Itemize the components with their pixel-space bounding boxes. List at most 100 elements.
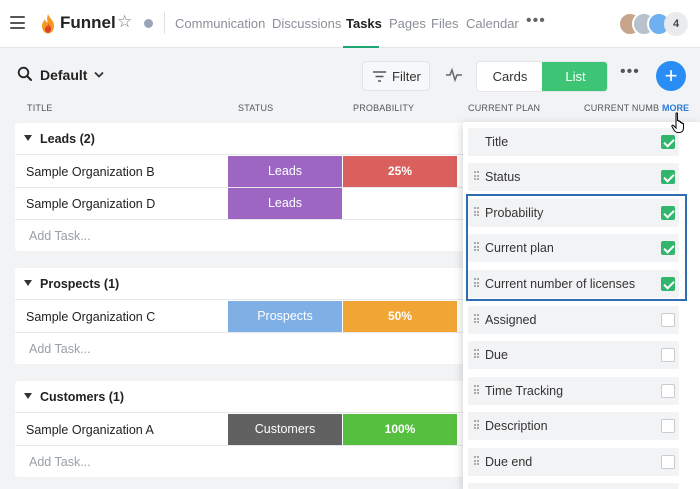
task-group-customers: Customers (1) Sample Organization A Cust… — [15, 381, 475, 477]
drag-handle-icon[interactable] — [474, 278, 479, 290]
group-header[interactable]: Customers (1) — [15, 381, 475, 413]
status-cell[interactable]: Customers — [228, 414, 342, 445]
table-row[interactable]: Sample Organization A Customers 100% — [15, 414, 475, 446]
status-cell[interactable]: Prospects — [228, 301, 342, 332]
task-title[interactable]: Sample Organization B — [26, 165, 155, 179]
column-option-label: Current number of licenses — [485, 277, 636, 291]
collapse-triangle-icon[interactable] — [24, 135, 32, 141]
drag-handle-icon[interactable] — [474, 420, 479, 432]
collapse-triangle-icon[interactable] — [24, 393, 32, 399]
add-task-button[interactable]: + — [656, 61, 686, 91]
active-tab-indicator — [343, 46, 379, 48]
column-option-due-end[interactable]: Due end — [468, 448, 679, 476]
drag-handle-icon[interactable] — [474, 242, 479, 254]
status-dot[interactable] — [144, 19, 153, 28]
add-task-link[interactable]: Add Task... — [29, 342, 91, 356]
flame-icon — [42, 14, 54, 34]
drag-handle-icon[interactable] — [474, 385, 479, 397]
column-option-due[interactable]: Due — [468, 341, 679, 369]
more-tabs-icon[interactable]: ••• — [526, 12, 546, 30]
column-checkbox[interactable] — [661, 241, 675, 255]
tab-files[interactable]: Files — [431, 16, 458, 31]
hamburger-menu-icon[interactable] — [10, 16, 25, 29]
view-selector[interactable]: Default — [40, 67, 87, 83]
probability-cell[interactable]: 25% — [343, 156, 457, 187]
collapse-triangle-icon[interactable] — [24, 280, 32, 286]
drag-handle-icon[interactable] — [474, 314, 479, 326]
column-checkbox[interactable] — [661, 277, 675, 291]
task-group-leads: Leads (2) Sample Organization B Leads 25… — [15, 123, 475, 251]
column-option-current-plan[interactable]: Current plan — [468, 234, 679, 262]
table-row[interactable]: Sample Organization D Leads — [15, 188, 475, 220]
column-option-partial[interactable] — [468, 483, 679, 489]
more-options-icon[interactable]: ••• — [620, 63, 640, 81]
column-checkbox[interactable] — [661, 455, 675, 469]
group-title: Customers (1) — [40, 390, 125, 404]
task-title[interactable]: Sample Organization D — [26, 197, 155, 211]
add-task-link[interactable]: Add Task... — [29, 229, 91, 243]
column-option-label: Title — [485, 135, 509, 149]
drag-handle-icon[interactable] — [474, 349, 479, 361]
star-icon[interactable]: ☆ — [117, 12, 132, 32]
members-count-badge[interactable]: 4 — [664, 12, 688, 36]
task-title[interactable]: Sample Organization A — [26, 423, 154, 437]
filter-label: Filter — [392, 69, 421, 84]
column-option-assigned[interactable]: Assigned — [468, 306, 679, 334]
column-checkbox[interactable] — [661, 170, 675, 184]
column-option-description[interactable]: Description — [468, 412, 679, 440]
drag-handle-icon[interactable] — [474, 171, 479, 183]
task-title[interactable]: Sample Organization C — [26, 310, 155, 324]
add-task-link[interactable]: Add Task... — [29, 455, 91, 469]
drag-handle-icon[interactable] — [474, 207, 479, 219]
divider — [164, 12, 165, 34]
task-group-prospects: Prospects (1) Sample Organization C Pros… — [15, 268, 475, 364]
column-option-label: Probability — [485, 206, 544, 220]
column-checkbox[interactable] — [661, 135, 675, 149]
activity-icon[interactable] — [446, 68, 462, 82]
search-icon[interactable] — [17, 66, 33, 82]
tab-discussions[interactable]: Discussions — [272, 16, 341, 31]
status-cell[interactable]: Leads — [228, 156, 342, 187]
column-option-probability[interactable]: Probability — [468, 199, 679, 227]
column-header-current-number[interactable]: CURRENT NUMBEF — [584, 103, 660, 113]
column-header-current-plan[interactable]: CURRENT PLAN — [468, 103, 540, 113]
cards-view-button[interactable]: Cards — [477, 62, 543, 91]
column-checkbox[interactable] — [661, 206, 675, 220]
table-row[interactable]: Sample Organization B Leads 25% — [15, 156, 475, 188]
column-option-label: Due — [485, 348, 508, 362]
column-checkbox[interactable] — [661, 419, 675, 433]
group-header[interactable]: Leads (2) — [15, 123, 475, 155]
filter-button[interactable]: Filter — [362, 61, 430, 91]
list-view-button[interactable]: List — [542, 62, 607, 91]
group-title: Prospects (1) — [40, 277, 120, 291]
view-toggle: Cards List — [476, 61, 608, 92]
group-header[interactable]: Prospects (1) — [15, 268, 475, 300]
drag-handle-icon[interactable] — [474, 456, 479, 468]
top-bar: Funnel ☆ Communication Discussions Tasks… — [0, 0, 700, 48]
status-cell[interactable]: Leads — [228, 188, 342, 219]
filter-icon — [373, 71, 386, 82]
column-checkbox[interactable] — [661, 348, 675, 362]
column-checkbox[interactable] — [661, 313, 675, 327]
probability-cell[interactable]: 100% — [343, 414, 457, 445]
probability-cell[interactable]: 50% — [343, 301, 457, 332]
column-header-title[interactable]: TITLE — [27, 103, 53, 113]
column-option-label: Status — [485, 170, 521, 184]
tab-tasks[interactable]: Tasks — [346, 16, 382, 31]
column-header-probability[interactable]: PROBABILITY — [353, 103, 414, 113]
group-title: Leads (2) — [40, 132, 95, 146]
column-option-title[interactable]: Title — [468, 128, 679, 156]
tab-pages[interactable]: Pages — [389, 16, 426, 31]
chevron-down-icon[interactable] — [94, 71, 104, 79]
project-title[interactable]: Funnel — [60, 13, 116, 33]
columns-dropdown: Title Status Probability Current plan Cu… — [463, 122, 700, 489]
tab-calendar[interactable]: Calendar — [466, 16, 519, 31]
column-option-current-number[interactable]: Current number of licenses — [468, 270, 679, 298]
column-option-time-tracking[interactable]: Time Tracking — [468, 377, 679, 405]
tab-communication[interactable]: Communication — [175, 16, 265, 31]
column-header-status[interactable]: STATUS — [238, 103, 273, 113]
column-checkbox[interactable] — [661, 384, 675, 398]
table-row[interactable]: Sample Organization C Prospects 50% — [15, 301, 475, 333]
column-option-label: Assigned — [485, 313, 537, 327]
column-option-status[interactable]: Status — [468, 163, 679, 191]
